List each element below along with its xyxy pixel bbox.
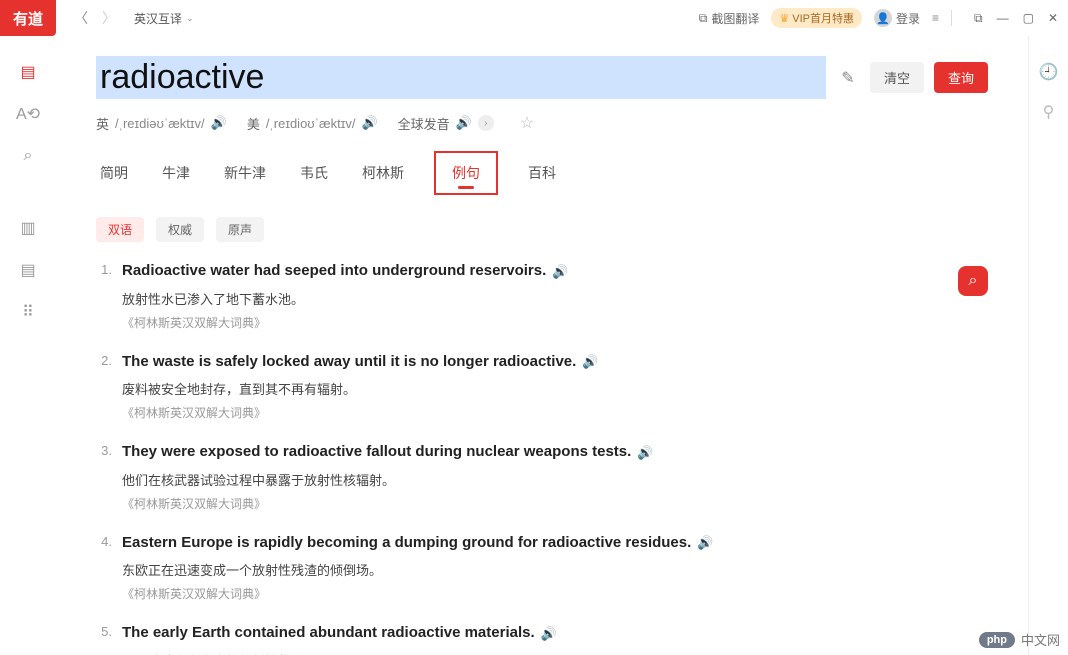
speaker-icon[interactable]: 🔊: [211, 115, 227, 131]
vip-badge[interactable]: ♛ VIP首月特惠: [771, 8, 862, 28]
logo: 有道: [0, 0, 56, 36]
screenshot-translate-button[interactable]: ⧉ 截图翻译: [699, 10, 760, 27]
search-button[interactable]: 查询: [934, 62, 988, 93]
sidebar-left: ▤ A⟲ ⌕ ▥ ▤ ⠿: [0, 36, 56, 655]
star-icon[interactable]: ☆: [520, 113, 534, 133]
chip-双语[interactable]: 双语: [96, 217, 144, 242]
clear-button[interactable]: 清空: [870, 62, 924, 93]
pronunciation-row: 英 /ˌreɪdiəʊˈæktɪv/ 🔊 美 /ˌreɪdioʊˈæktɪv/ …: [96, 113, 988, 133]
sidebar-right: 🕘 ⚲: [1028, 36, 1068, 655]
search-icon[interactable]: ⌕: [18, 146, 38, 166]
us-label: 美: [247, 114, 260, 133]
history-icon[interactable]: 🕘: [1039, 62, 1059, 82]
sentence-cn: 他们在核武器试验过程中暴露于放射性核辐射。: [122, 470, 978, 489]
uk-pronunciation: 英 /ˌreɪdiəʊˈæktɪv/ 🔊: [96, 114, 227, 133]
sentence-en: Radioactive water had seeped into underg…: [122, 260, 978, 283]
note-icon[interactable]: ▤: [18, 260, 38, 280]
speaker-icon[interactable]: 🔊: [582, 352, 598, 372]
tab-韦氏[interactable]: 韦氏: [296, 157, 332, 195]
crop-icon: ⧉: [699, 11, 708, 26]
document-icon[interactable]: ▥: [18, 218, 38, 238]
settings-icon[interactable]: ⚲: [1043, 102, 1055, 122]
handwrite-icon[interactable]: ✎: [836, 66, 860, 90]
crown-icon: ♛: [779, 12, 789, 25]
float-search-button[interactable]: ⌕: [958, 266, 988, 296]
apps-icon[interactable]: ⠿: [18, 302, 38, 322]
us-phon: /ˌreɪdioʊˈæktɪv/: [266, 116, 356, 131]
nav-forward-icon[interactable]: 〉: [102, 8, 116, 28]
sentence-source: 《柯林斯英汉双解大词典》: [122, 404, 978, 421]
sentence-en: Eastern Europe is rapidly becoming a dum…: [122, 532, 978, 555]
chip-权威[interactable]: 权威: [156, 217, 204, 242]
login-button[interactable]: 👤 登录: [874, 9, 920, 27]
tab-例句[interactable]: 例句: [434, 151, 498, 195]
sentence-number: 3.: [96, 441, 112, 512]
us-pronunciation: 美 /ˌreɪdioʊˈæktɪv/ 🔊: [247, 114, 378, 133]
sentence-en: The waste is safely locked away until it…: [122, 351, 978, 374]
tab-百科[interactable]: 百科: [524, 157, 560, 195]
sentence-cn: 放射性水已渗入了地下蓄水池。: [122, 289, 978, 308]
translate-icon[interactable]: A⟲: [18, 104, 38, 124]
nav-back-icon[interactable]: 〈: [74, 8, 88, 28]
filter-chips: 双语权威原声: [96, 217, 988, 242]
sentence-list: 1. Radioactive water had seeped into und…: [96, 260, 988, 655]
sentence-cn: 废料被安全地封存，直到其不再有辐射。: [122, 379, 978, 398]
mode-label: 英汉互译: [134, 10, 182, 27]
sentence-number: 5.: [96, 622, 112, 655]
global-pronunciation[interactable]: 全球发音 🔊 ›: [398, 114, 494, 133]
maximize-icon[interactable]: ▢: [1023, 11, 1034, 25]
translation-mode-dropdown[interactable]: 英汉互译 ⌄: [134, 10, 194, 27]
avatar-icon: 👤: [874, 9, 892, 27]
global-label: 全球发音: [398, 114, 450, 133]
sentence-item: 3. They were exposed to radioactive fall…: [96, 441, 978, 512]
sentence-item: 4. Eastern Europe is rapidly becoming a …: [96, 532, 978, 603]
nav-arrows: 〈 〉: [74, 8, 116, 28]
speaker-icon[interactable]: 🔊: [637, 443, 653, 463]
sentence-source: 《柯林斯英汉双解大词典》: [122, 314, 978, 331]
sentence-item: 2. The waste is safely locked away until…: [96, 351, 978, 422]
sentence-cn: 东欧正在迅速变成一个放射性残渣的倾倒场。: [122, 560, 978, 579]
tab-柯林斯[interactable]: 柯林斯: [358, 157, 408, 195]
main-content: ✎ 清空 查询 英 /ˌreɪdiəʊˈæktɪv/ 🔊 美 /ˌreɪdioʊ…: [56, 36, 1028, 655]
sentence-cn: 早期地球含有丰富的放射性物质。: [122, 651, 978, 655]
chip-原声[interactable]: 原声: [216, 217, 264, 242]
sentence-number: 2.: [96, 351, 112, 422]
chevron-right-icon: ›: [478, 115, 494, 131]
minimize-icon[interactable]: —: [997, 11, 1009, 25]
uk-label: 英: [96, 114, 109, 133]
sentence-en: They were exposed to radioactive fallout…: [122, 441, 978, 464]
dictionary-icon[interactable]: ▤: [18, 62, 38, 82]
sentence-en: The early Earth contained abundant radio…: [122, 622, 978, 645]
tab-牛津[interactable]: 牛津: [158, 157, 194, 195]
speaker-icon[interactable]: 🔊: [361, 115, 377, 131]
sentence-source: 《柯林斯英汉双解大词典》: [122, 495, 978, 512]
sentence-number: 4.: [96, 532, 112, 603]
search-input[interactable]: [96, 56, 826, 99]
sentence-source: 《柯林斯英汉双解大词典》: [122, 585, 978, 602]
screenshot-label: 截图翻译: [711, 10, 759, 27]
menu-icon[interactable]: ≡: [932, 11, 939, 25]
tabs: 简明牛津新牛津韦氏柯林斯例句百科: [96, 157, 988, 195]
divider: [951, 10, 952, 26]
speaker-icon: 🔊: [456, 115, 472, 131]
speaker-icon[interactable]: 🔊: [541, 624, 557, 644]
vip-label: VIP首月特惠: [792, 10, 854, 26]
tab-简明[interactable]: 简明: [96, 157, 132, 195]
tab-新牛津[interactable]: 新牛津: [220, 157, 270, 195]
sentence-item: 5. The early Earth contained abundant ra…: [96, 622, 978, 655]
pip-icon[interactable]: ⧉: [974, 11, 983, 26]
sentence-number: 1.: [96, 260, 112, 331]
speaker-icon[interactable]: 🔊: [552, 262, 568, 282]
close-icon[interactable]: ✕: [1048, 11, 1058, 25]
sentence-item: 1. Radioactive water had seeped into und…: [96, 260, 978, 331]
login-label: 登录: [896, 10, 920, 27]
titlebar: 有道 〈 〉 英汉互译 ⌄ ⧉ 截图翻译 ♛ VIP首月特惠 👤 登录 ≡: [0, 0, 1068, 36]
chevron-down-icon: ⌄: [186, 13, 194, 24]
uk-phon: /ˌreɪdiəʊˈæktɪv/: [115, 116, 205, 131]
speaker-icon[interactable]: 🔊: [697, 533, 713, 553]
